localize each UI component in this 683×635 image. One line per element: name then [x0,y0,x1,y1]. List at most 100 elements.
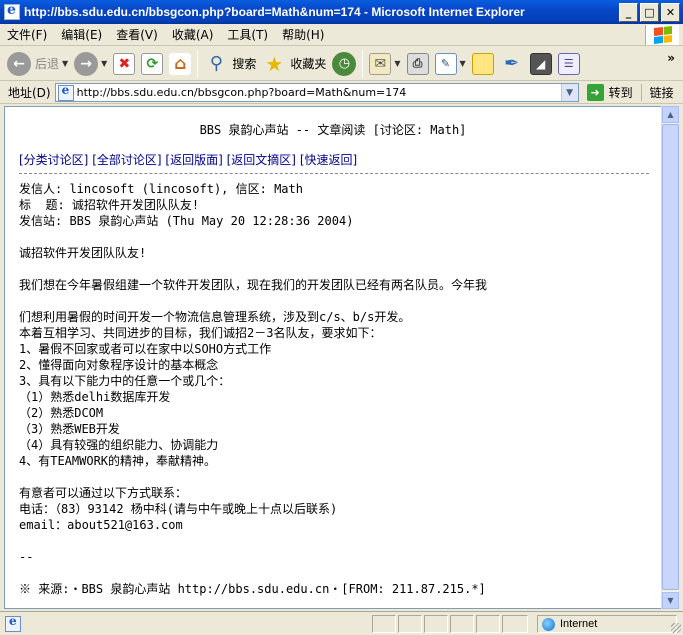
article-line: 发信人: lincosoft (lincosoft), 信区: Math [19,182,303,196]
status-pane [424,615,448,633]
go-button-label: 转到 [608,86,633,100]
mail-button[interactable]: ✉ ▼ [366,49,403,79]
resize-grip-icon[interactable] [671,623,681,633]
windows-logo [645,25,679,45]
article-line: -- [19,550,34,564]
windows-flag-icon [653,26,672,44]
messenger-button[interactable]: ✒ [497,49,527,79]
notes-button[interactable] [469,49,497,79]
history-button[interactable]: ◷ [329,49,359,79]
article-line [19,469,655,485]
page-title: BBS 泉韵心声站 -- 文章阅读 [讨论区: Math] [199,123,467,137]
scroll-down-icon[interactable]: ▼ [662,592,679,609]
home-icon: ⌂ [169,52,192,75]
toolbar-separator [362,50,364,77]
menu-view[interactable]: 查看(V) [109,26,165,43]
search-button-label: 搜索 [232,57,257,71]
search-button[interactable]: ⚲ 搜索 [201,49,259,79]
status-pane [476,615,500,633]
article-line: 有意者可以通过以下方式联系： [19,486,188,500]
toolbar-overflow-chevron[interactable]: » [667,51,675,65]
status-pane [398,615,422,633]
article-line: 我们想在今年暑假组建一个软件开发团队，现在我们的开发团队已经有两名队员。今年我 [19,278,488,292]
search-magnifier-icon: ⚲ [209,53,223,74]
history-clock-icon: ◷ [332,51,357,76]
status-panes [372,615,530,633]
scroll-up-icon[interactable]: ▲ [662,106,679,123]
forward-arrow-icon: → [74,51,99,76]
page-favicon-icon [57,83,74,101]
back-arrow-icon: ← [7,51,31,76]
menu-file[interactable]: 文件(F) [0,26,54,43]
menu-help[interactable]: 帮助(H) [275,26,331,43]
article-line [19,565,655,581]
scroll-thumb[interactable] [662,124,679,590]
article-line: 1、暑假不回家或者可以在家中以SOHO方式工作 [19,342,272,356]
window-titlebar[interactable]: http://bbs.sdu.edu.cn/bbsgcon.php?board=… [0,0,683,24]
address-bar: 地址(D) http://bbs.sdu.edu.cn/bbsgcon.php?… [0,82,683,104]
printer-icon: ⎙ [406,52,429,75]
toolbar-separator [197,50,199,77]
research-icon: ◢ [529,52,552,75]
forward-dropdown-icon[interactable]: ▼ [101,59,107,68]
research-button[interactable]: ◢ [527,49,555,79]
article-line: email：about521@163.com [19,518,183,532]
forward-button[interactable]: → ▼ [71,49,110,79]
security-zone: Internet [537,615,677,633]
article-line: 本着互相学习、共同进步的目标，我们诚招2－3名队友，要求如下： [19,326,382,340]
minimize-button[interactable]: _ [619,2,638,22]
status-page-icon [5,614,21,632]
menu-tools[interactable]: 工具(T) [220,26,275,43]
translate-icon: ☰ [557,52,580,75]
go-button[interactable]: ➜ 转到 [586,84,633,101]
article-line: （1）熟悉delhi数据库开发 [19,390,171,404]
home-button[interactable]: ⌂ [166,49,194,79]
article-line: 标 题: 诚招软件开发团队队友! [19,198,200,212]
board-navigation: [分类讨论区] [全部讨论区] [返回版面] [返回文摘区] [快速返回] [19,151,357,168]
content-divider [19,173,649,174]
print-button[interactable]: ⎙ [404,49,432,79]
go-arrow-icon: ➜ [586,84,604,101]
address-url[interactable]: http://bbs.sdu.edu.cn/bbsgcon.php?board=… [77,86,407,99]
article-line [19,533,655,549]
article-line: 2、懂得面向对象程序设计的基本概念 [19,358,219,372]
links-button[interactable]: 链接 [640,84,674,101]
article-line: （4）具有较强的组织能力、协调能力 [19,438,219,452]
article-line: 发信站: BBS 泉韵心声站 (Thu May 20 12:28:36 2004… [19,214,354,228]
nav-category-boards[interactable]: [分类讨论区] [19,153,88,167]
article-line: 电话：（83）93142 杨中科(请与中午或晚上十点以后联系) [19,502,338,516]
nav-return-board[interactable]: [返回版面] [165,153,222,167]
nav-quick-return[interactable]: [快速返回] [300,153,357,167]
mail-envelope-icon: ✉ [369,52,392,75]
back-button[interactable]: ← 后退 ▼ [4,49,71,79]
article-line [19,229,655,245]
edit-page-icon: ✎ [434,52,457,75]
quill-icon: ✒ [504,53,520,74]
standard-toolbar: ← 后退 ▼ → ▼ ✖ ⟳ ⌂ ⚲ 搜索 ★ 收藏夹 ◷ ✉ ▼ ⎙ ✎ ▼ … [0,47,683,81]
internet-globe-icon [542,617,555,631]
edit-dropdown-icon[interactable]: ▼ [460,59,466,68]
translate-button[interactable]: ☰ [555,49,583,79]
status-pane [372,615,396,633]
mail-dropdown-icon[interactable]: ▼ [394,59,400,68]
edit-button[interactable]: ✎ ▼ [432,49,469,79]
sticky-note-icon [471,52,494,75]
menu-favorites[interactable]: 收藏(A) [165,26,221,43]
nav-return-digest[interactable]: [返回文摘区] [227,153,296,167]
close-button[interactable]: ✕ [661,2,680,22]
stop-button[interactable]: ✖ [110,49,138,79]
favorites-button-label: 收藏夹 [290,57,327,71]
article-line: （3）熟悉WEB开发 [19,422,120,436]
address-dropdown-icon[interactable]: ▼ [560,84,578,101]
vertical-scrollbar[interactable]: ▲ ▼ [661,106,679,609]
menu-edit[interactable]: 编辑(E) [54,26,109,43]
nav-all-boards[interactable]: [全部讨论区] [92,153,161,167]
ie-app-icon [4,2,20,20]
address-input[interactable]: http://bbs.sdu.edu.cn/bbsgcon.php?board=… [54,83,579,102]
back-button-label: 后退 [35,57,60,71]
back-dropdown-icon[interactable]: ▼ [62,59,68,68]
zone-label: Internet [560,618,598,630]
maximize-button[interactable]: □ [640,2,659,22]
favorites-button[interactable]: ★ 收藏夹 [259,49,329,79]
refresh-button[interactable]: ⟳ [138,49,166,79]
